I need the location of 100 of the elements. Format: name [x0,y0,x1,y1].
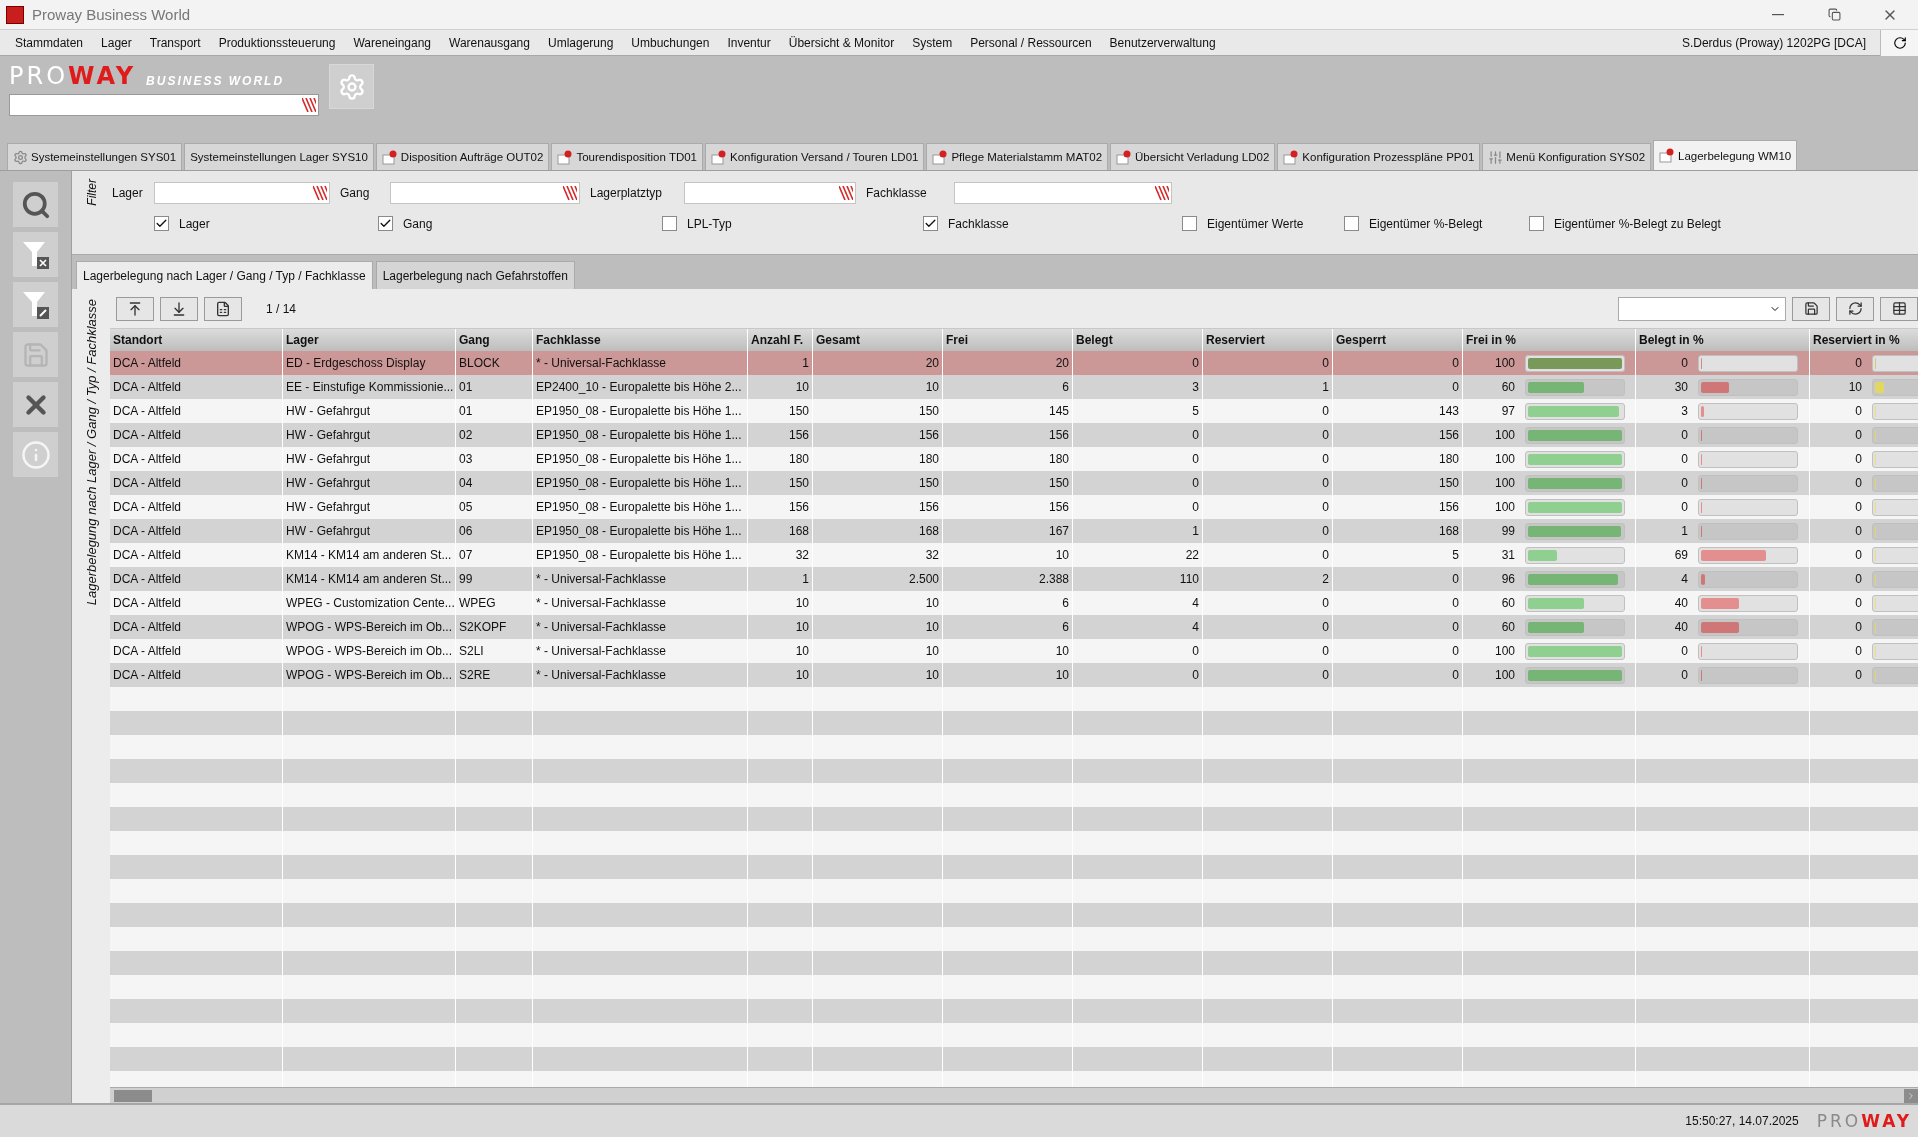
search-button[interactable] [13,182,58,227]
menu-item[interactable]: Inventur [718,35,780,50]
column-header[interactable]: Gesperrt [1333,329,1463,351]
tab[interactable]: Konfiguration Versand / Touren LD01 [705,143,925,170]
filter-field[interactable] [154,182,330,204]
tab[interactable]: Disposition Aufträge OUT02 [375,143,550,170]
table-row[interactable]: DCA - Altfeld EE - Einstufige Kommissionie... 01 EP2400_10 - Europalette bis Höhe 2... 10 10 6 3 1 0 60 30 10 [110,375,1918,399]
table-cell-text: 0 [1680,476,1689,490]
table-cell-text: 0 [1680,500,1689,514]
columns-button[interactable] [1880,296,1918,321]
menu-item[interactable]: Umbuchungen [622,35,719,50]
table-row[interactable]: DCA - Altfeld KM14 - KM14 am anderen St... 07 EP1950_08 - Europalette bis Höhe 1... 32 32 10 22 0 5 31 69 0 [110,543,1918,567]
clear-filter-button[interactable] [13,232,58,277]
menu-item[interactable]: Lager [92,35,141,50]
checkbox[interactable] [1344,216,1359,231]
table-row[interactable]: DCA - Altfeld WPOG - WPS-Bereich im Ob... S2RE * - Universal-Fachklasse 10 10 10 0 0 0 100 0 0 [110,663,1918,687]
search-field[interactable] [9,94,319,116]
tab[interactable]: Übersicht Verladung LD02 [1110,143,1276,170]
column-header[interactable]: Gang [456,329,533,351]
column-header[interactable]: Lager [283,329,456,351]
last-button[interactable] [160,296,198,321]
column-header[interactable]: Belegt [1073,329,1203,351]
refresh-button[interactable] [1880,29,1918,56]
menu-item[interactable]: Umlagerung [538,35,623,50]
close-button[interactable] [13,382,58,427]
first-button[interactable] [116,296,154,321]
column-header[interactable]: Gesamt [813,329,943,351]
column-header[interactable]: Anzahl F. [748,329,813,351]
table-row[interactable]: DCA - Altfeld WPOG - WPS-Bereich im Ob... S2LI * - Universal-Fachklasse 10 10 10 0 0 0 100 0 0 [110,639,1918,663]
menu-item[interactable]: Übersicht & Monitor [779,35,904,50]
scrollbar-thumb[interactable] [114,1089,152,1102]
menu-item[interactable]: Benutzerverwaltung [1100,35,1225,50]
filter-field[interactable] [684,182,856,204]
table-row[interactable]: DCA - Altfeld WPEG - Customization Cente... WPEG * - Universal-Fachklasse 10 10 6 4 0 0 60 40 0 [110,591,1918,615]
menu-item[interactable]: Stammdaten [6,35,93,50]
hatch-icon[interactable] [1155,186,1169,200]
hatch-icon[interactable] [313,186,327,200]
gear-icon [13,149,28,165]
table-cell-text: 60 [1500,380,1516,394]
tab[interactable]: Menü Konfiguration SYS02 [1482,143,1652,170]
checkbox-label: Eigentümer Werte [1207,216,1304,231]
column-header[interactable]: Belegt in % [1636,329,1810,351]
checkbox[interactable] [1529,216,1544,231]
sub-tab[interactable]: Lagerbelegung nach Lager / Gang / Typ / Fachklasse [76,261,373,289]
checkbox[interactable] [662,216,677,231]
table-row[interactable]: DCA - Altfeld HW - Gefahrgut 05 EP1950_08 - Europalette bis Höhe 1... 156 156 156 0 0 156 100 0 0 [110,495,1918,519]
table-row[interactable]: DCA - Altfeld HW - Gefahrgut 03 EP1950_08 - Europalette bis Höhe 1... 180 180 180 0 0 180 100 0 0 [110,447,1918,471]
checkbox[interactable] [923,216,938,231]
tab[interactable]: Konfiguration Prozesspläne PP01 [1277,143,1481,170]
column-header[interactable]: Fachklasse [533,329,748,351]
column-header[interactable]: Frei [943,329,1073,351]
horizontal-scrollbar[interactable] [110,1087,1918,1103]
table-cell-text: 31 [1500,548,1516,562]
menu-item[interactable]: Transport [140,35,210,50]
table-cell-text: 0 [1854,404,1863,418]
column-header[interactable]: Reserviert in % [1810,329,1918,351]
edit-filter-button[interactable] [13,282,58,327]
menu-item[interactable]: Produktionssteuerung [209,35,345,50]
table-cell-text: 60 [1500,596,1516,610]
table-row[interactable]: DCA - Altfeld HW - Gefahrgut 02 EP1950_08 - Europalette bis Höhe 1... 156 156 156 0 0 156 100 0 0 [110,423,1918,447]
logo-wordmark: PRO WAY [1816,1112,1912,1130]
table-row[interactable]: DCA - Altfeld HW - Gefahrgut 01 EP1950_08 - Europalette bis Höhe 1... 150 150 145 5 0 143 97 3 0 [110,399,1918,423]
menu-item[interactable]: Warenausgang [440,35,539,50]
table-cell-text: 0 [1854,572,1863,586]
table-cell-text: 40 [1673,596,1689,610]
chevron-right-icon [1906,1090,1916,1101]
checkbox[interactable] [378,216,393,231]
menu-item[interactable]: Wareneingang [344,35,440,50]
menu-item[interactable]: System [903,35,962,50]
hatch-icon[interactable] [563,186,577,200]
filter-field[interactable] [954,182,1172,204]
check-icon [379,217,392,230]
hatch-icon[interactable] [302,98,316,112]
checkbox[interactable] [1182,216,1197,231]
sub-tab[interactable]: Lagerbelegung nach Gefahrstoffen [375,261,575,289]
table-row[interactable]: DCA - Altfeld WPOG - WPS-Bereich im Ob... S2KOPF * - Universal-Fachklasse 10 10 6 4 0 0 60 40 0 [110,615,1918,639]
table-cell-text: 40 [1673,620,1689,634]
save-layout-button[interactable] [1792,296,1830,321]
hatch-icon[interactable] [839,186,853,200]
tab[interactable]: Lagerbelegung WM10 [1653,140,1798,170]
tab[interactable]: Systemeinstellungen SYS01 [7,143,183,170]
tab[interactable]: Systemeinstellungen Lager SYS10 [184,143,374,170]
column-header[interactable]: Frei in % [1463,329,1636,351]
reload-button[interactable] [1836,296,1874,321]
table-row[interactable]: DCA - Altfeld HW - Gefahrgut 06 EP1950_08 - Europalette bis Höhe 1... 168 168 167 1 0 168 99 1 0 [110,519,1918,543]
table-row[interactable]: DCA - Altfeld KM14 - KM14 am anderen St... 99 * - Universal-Fachklasse 1 2.500 2.388 110 2 0 96 4 0 [110,567,1918,591]
table-row[interactable]: DCA - Altfeld ED - Erdgeschoss Display BLOCK * - Universal-Fachklasse 1 20 20 0 0 0 100 0 0 [110,351,1918,375]
column-header[interactable]: Reserviert [1203,329,1333,351]
menu-item[interactable]: Personal / Ressourcen [961,35,1101,50]
restore-icon [1827,8,1841,21]
tab[interactable]: Pflege Materialstamm MAT02 [926,143,1109,170]
export-button[interactable] [204,296,242,321]
column-header[interactable]: Standort [110,329,283,351]
table-cell-text: 100 [1493,476,1516,490]
tab[interactable]: Tourendisposition TD01 [551,143,704,170]
filter-field[interactable] [390,182,580,204]
field-label: Lagerplatztyp [590,186,664,200]
table-cell-text: 0 [1854,524,1863,538]
table-row[interactable]: DCA - Altfeld HW - Gefahrgut 04 EP1950_08 - Europalette bis Höhe 1... 150 150 150 0 0 150 100 0 0 [110,471,1918,495]
checkbox[interactable] [154,216,169,231]
